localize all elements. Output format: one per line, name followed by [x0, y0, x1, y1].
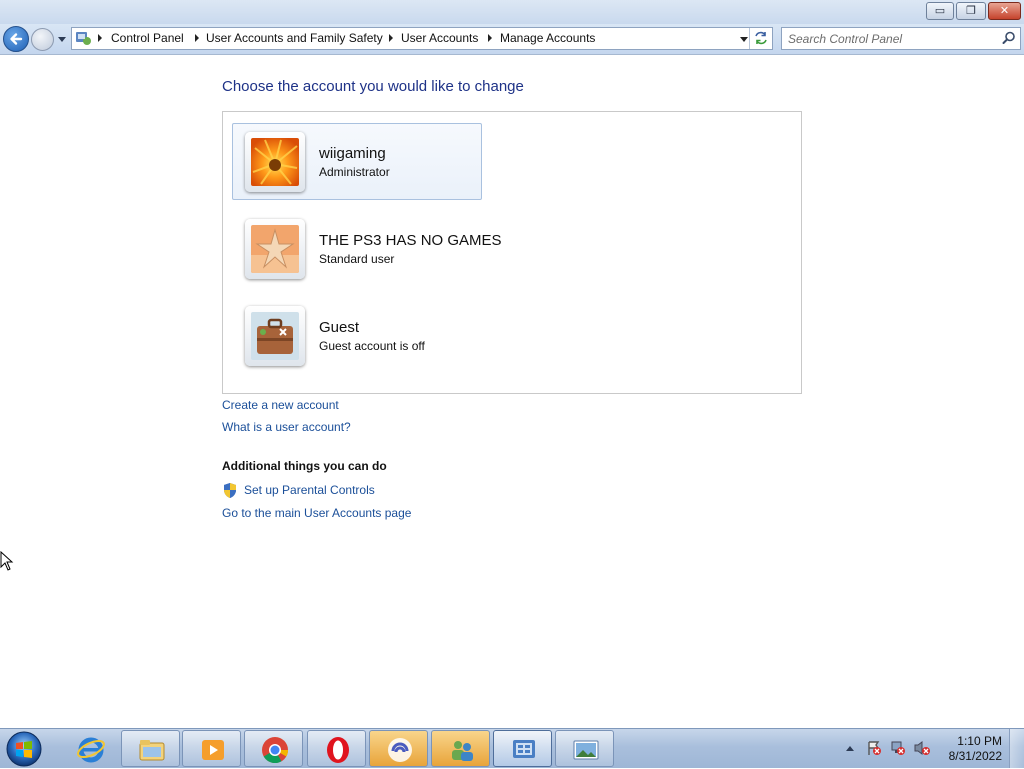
account-picture-frame — [245, 132, 305, 192]
taskbar-user-accounts[interactable] — [431, 730, 490, 767]
search-input[interactable] — [788, 30, 993, 47]
taskbar-bittorrent[interactable] — [369, 730, 428, 767]
control-panel-icon — [513, 740, 535, 758]
account-name: THE PS3 HAS NO GAMES — [319, 232, 502, 249]
breadcrumb-separator-icon[interactable] — [98, 34, 102, 42]
refresh-button[interactable] — [749, 28, 772, 49]
account-tile-wiigaming[interactable]: wiigaming Administrator — [232, 123, 482, 200]
clock[interactable]: 1:10 PM 8/31/2022 — [949, 734, 1002, 764]
close-icon: ✕ — [999, 4, 1010, 17]
internet-explorer-icon — [77, 737, 105, 763]
restore-icon: ❐ — [966, 4, 976, 17]
what-is-user-account-link[interactable]: What is a user account? — [222, 420, 351, 434]
accounts-list: wiigaming Administrator THE PS3 HAS NO G… — [222, 111, 802, 394]
address-dropdown-icon[interactable] — [740, 37, 748, 42]
minimize-button[interactable]: ▭ — [926, 2, 954, 20]
breadcrumb-user-accounts[interactable]: User Accounts — [401, 31, 478, 45]
clock-time: 1:10 PM — [957, 734, 1002, 748]
taskbar-chrome[interactable] — [244, 730, 303, 767]
account-picture-frame — [245, 219, 305, 279]
account-picture-frame — [245, 306, 305, 366]
forward-button[interactable] — [31, 28, 54, 51]
taskbar-control-panel[interactable] — [493, 730, 552, 767]
address-bar[interactable]: Control Panel User Accounts and Family S… — [71, 27, 773, 50]
photo-viewer-icon — [573, 740, 599, 760]
starfish-picture — [251, 225, 299, 273]
taskbar-file-explorer[interactable] — [121, 730, 180, 767]
account-type: Standard user — [319, 252, 395, 266]
close-button[interactable]: ✕ — [988, 2, 1021, 20]
search-icon[interactable] — [1002, 31, 1016, 45]
breadcrumb-separator-icon[interactable] — [195, 34, 199, 42]
breadcrumb-control-panel[interactable]: Control Panel — [111, 31, 184, 45]
back-button[interactable] — [3, 26, 29, 52]
account-name: Guest — [319, 319, 360, 336]
create-new-account-link[interactable]: Create a new account — [222, 398, 339, 412]
show-hidden-icons-icon[interactable] — [845, 744, 855, 752]
breadcrumb-manage-accounts[interactable]: Manage Accounts — [500, 31, 595, 45]
recent-pages-dropdown-icon[interactable] — [58, 36, 66, 44]
volume-muted-icon[interactable] — [914, 740, 931, 756]
navigation-bar: Control Panel User Accounts and Family S… — [0, 24, 1024, 55]
additional-tasks-heading: Additional things you can do — [222, 459, 387, 473]
media-player-icon — [202, 740, 224, 760]
clock-date: 8/31/2022 — [948, 749, 1002, 763]
page-title: Choose the account you would like to cha… — [222, 78, 524, 95]
account-type: Administrator — [319, 165, 390, 179]
taskbar: 1:10 PM 8/31/2022 — [0, 728, 1024, 768]
search-box[interactable] — [781, 27, 1021, 50]
show-desktop-button[interactable] — [1009, 729, 1024, 768]
account-tile-ps3[interactable]: THE PS3 HAS NO GAMES Standard user — [232, 210, 502, 287]
network-icon[interactable] — [890, 740, 906, 756]
action-center-icon[interactable] — [866, 740, 882, 756]
system-tray: 1:10 PM 8/31/2022 — [840, 729, 1024, 769]
account-type: Guest account is off — [319, 339, 425, 353]
main-user-accounts-link[interactable]: Go to the main User Accounts page — [222, 506, 411, 520]
account-name: wiigaming — [319, 145, 386, 162]
breadcrumb-separator-icon[interactable] — [488, 34, 492, 42]
suitcase-picture — [251, 312, 299, 360]
orange-flower-picture — [251, 138, 299, 186]
title-bar: ▭ ❐ ✕ — [0, 0, 1024, 24]
taskbar-media-player[interactable] — [182, 730, 241, 767]
user-accounts-icon — [452, 741, 473, 761]
taskbar-opera[interactable] — [307, 730, 366, 767]
taskbar-internet-explorer[interactable] — [61, 730, 120, 767]
uac-shield-icon — [224, 483, 236, 498]
refresh-icon — [755, 31, 767, 45]
bittorrent-icon — [388, 738, 412, 762]
chrome-icon — [262, 736, 289, 764]
minimize-icon: ▭ — [934, 4, 946, 17]
taskbar-photo-viewer[interactable] — [555, 730, 614, 767]
file-explorer-icon — [139, 740, 165, 761]
account-tile-guest[interactable]: Guest Guest account is off — [232, 297, 482, 374]
control-panel-icon — [76, 32, 91, 45]
breadcrumb-separator-icon[interactable] — [389, 34, 393, 42]
back-arrow-icon — [10, 33, 23, 45]
parental-controls-link[interactable]: Set up Parental Controls — [244, 483, 375, 497]
mouse-cursor-icon — [0, 551, 14, 571]
restore-button[interactable]: ❐ — [956, 2, 986, 20]
breadcrumb-user-accounts-family-safety[interactable]: User Accounts and Family Safety — [206, 31, 383, 45]
opera-icon — [327, 737, 349, 763]
start-button[interactable] — [4, 730, 44, 768]
